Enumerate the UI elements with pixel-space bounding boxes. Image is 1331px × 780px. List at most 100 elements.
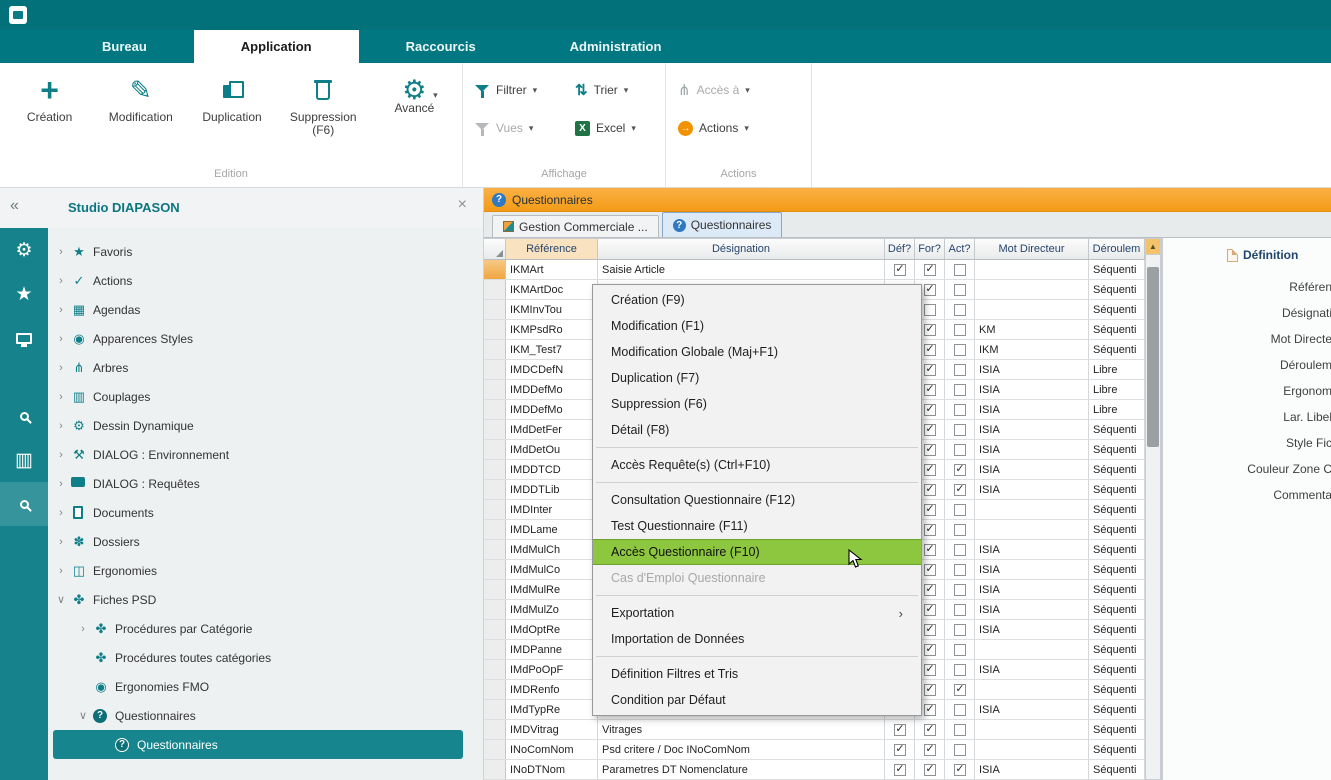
sidebar-item-documents[interactable]: ›Documents: [53, 498, 463, 527]
row-selector[interactable]: [484, 760, 506, 779]
for-checkbox[interactable]: [924, 384, 936, 396]
for-checkbox[interactable]: [924, 344, 936, 356]
sidebar-item-procedures-toutes-categories[interactable]: ✤Procédures toutes catégories: [53, 643, 463, 672]
for-checkbox[interactable]: [924, 664, 936, 676]
suppression-button[interactable]: Suppression (F6): [278, 71, 369, 137]
tab-questionnaires[interactable]: ? Questionnaires: [662, 212, 783, 237]
for-checkbox[interactable]: [924, 644, 936, 656]
modification-button[interactable]: Modification: [95, 71, 186, 137]
duplication-button[interactable]: Duplication: [186, 71, 277, 137]
menu-item-acces-requete-s-ctrl-f10[interactable]: Accès Requête(s) (Ctrl+F10): [593, 452, 921, 478]
row-selector[interactable]: [484, 560, 506, 579]
sidebar-item-fiches-psd[interactable]: ∨✤Fiches PSD: [53, 585, 463, 614]
for-checkbox[interactable]: [924, 504, 936, 516]
creation-button[interactable]: Création: [4, 71, 95, 137]
ribbon-tab-administration[interactable]: Administration: [523, 30, 709, 63]
act-checkbox[interactable]: [954, 344, 966, 356]
desktop-icon[interactable]: [0, 316, 48, 360]
menu-item-duplication-f7[interactable]: Duplication (F7): [593, 365, 921, 391]
grid-select-all-corner[interactable]: [484, 239, 506, 259]
row-selector[interactable]: [484, 680, 506, 699]
for-checkbox[interactable]: [924, 284, 936, 296]
for-checkbox[interactable]: [924, 464, 936, 476]
act-checkbox[interactable]: [954, 364, 966, 376]
row-selector[interactable]: [484, 340, 506, 359]
act-checkbox[interactable]: [954, 624, 966, 636]
row-selector[interactable]: [484, 580, 506, 599]
actions-button[interactable]: Actions ▾: [678, 113, 808, 143]
chevron-right-icon[interactable]: ›: [53, 536, 69, 548]
sidebar-item-dossiers[interactable]: ›✽Dossiers: [53, 527, 463, 556]
for-checkbox[interactable]: [924, 764, 936, 776]
menu-item-definition-filtres-et-tris[interactable]: Définition Filtres et Tris: [593, 661, 921, 687]
ribbon-tab-bureau[interactable]: Bureau: [55, 30, 194, 63]
sidebar-item-questionnaires[interactable]: ?Questionnaires: [53, 730, 463, 759]
row-selector[interactable]: [484, 320, 506, 339]
favorites-icon[interactable]: ★: [0, 272, 48, 316]
chevron-down-icon[interactable]: ∨: [75, 709, 91, 722]
row-selector[interactable]: [484, 480, 506, 499]
avance-button[interactable]: ▾ Avancé: [369, 71, 460, 137]
act-checkbox[interactable]: [954, 664, 966, 676]
act-checkbox[interactable]: [954, 424, 966, 436]
menu-item-exportation[interactable]: Exportation›: [593, 600, 921, 626]
column-header-reference[interactable]: Référence: [506, 239, 598, 259]
menu-item-modification-globale-maj-f1[interactable]: Modification Globale (Maj+F1): [593, 339, 921, 365]
for-checkbox[interactable]: [924, 324, 936, 336]
act-checkbox[interactable]: [954, 504, 966, 516]
for-checkbox[interactable]: [924, 364, 936, 376]
chevron-right-icon[interactable]: ›: [53, 449, 69, 461]
for-checkbox[interactable]: [924, 484, 936, 496]
act-checkbox[interactable]: [954, 464, 966, 476]
row-selector[interactable]: [484, 600, 506, 619]
for-checkbox[interactable]: [924, 444, 936, 456]
menu-item-condition-par-defaut[interactable]: Condition par Défaut: [593, 687, 921, 713]
sidebar-item-dessin-dynamique[interactable]: ›⚙Dessin Dynamique: [53, 411, 463, 440]
act-checkbox[interactable]: [954, 544, 966, 556]
for-checkbox[interactable]: [924, 624, 936, 636]
menu-item-creation-f9[interactable]: Création (F9): [593, 287, 921, 313]
for-checkbox[interactable]: [924, 604, 936, 616]
table-row-inocomnom[interactable]: INoComNomPsd critere / Doc INoComNomSéqu…: [484, 740, 1145, 760]
sidebar-item-procedures-par-categorie[interactable]: ›✤Procédures par Catégorie: [53, 614, 463, 643]
row-selector[interactable]: [484, 280, 506, 299]
chevron-right-icon[interactable]: ›: [53, 391, 69, 403]
for-checkbox[interactable]: [924, 424, 936, 436]
for-checkbox[interactable]: [924, 744, 936, 756]
chevron-right-icon[interactable]: ›: [53, 304, 69, 316]
act-checkbox[interactable]: [954, 444, 966, 456]
sidebar-item-couplages[interactable]: ›▥Couplages: [53, 382, 463, 411]
menu-item-detail-f8[interactable]: Détail (F8): [593, 417, 921, 443]
row-selector[interactable]: [484, 360, 506, 379]
act-checkbox[interactable]: [954, 564, 966, 576]
ribbon-tab-application[interactable]: Application: [194, 30, 359, 63]
act-checkbox[interactable]: [954, 644, 966, 656]
column-header-designation[interactable]: Désignation: [598, 239, 885, 259]
row-selector[interactable]: [484, 300, 506, 319]
search-results-icon[interactable]: [0, 482, 48, 526]
menu-item-importation-de-donnees[interactable]: Importation de Données: [593, 626, 921, 652]
chevron-right-icon[interactable]: ›: [53, 420, 69, 432]
row-selector[interactable]: [484, 640, 506, 659]
def-checkbox[interactable]: [894, 724, 906, 736]
menu-item-test-questionnaire-f11[interactable]: Test Questionnaire (F11): [593, 513, 921, 539]
row-selector[interactable]: [484, 660, 506, 679]
sidebar-item-ergonomies[interactable]: ›◫Ergonomies: [53, 556, 463, 585]
acces-a-button[interactable]: Accès à ▾: [678, 75, 808, 105]
sidebar-item-favoris[interactable]: ›★Favoris: [53, 237, 463, 266]
row-selector[interactable]: [484, 720, 506, 739]
row-selector[interactable]: [484, 380, 506, 399]
search-icon[interactable]: [0, 394, 48, 438]
for-checkbox[interactable]: [924, 564, 936, 576]
excel-button[interactable]: Excel ▾: [575, 113, 667, 143]
act-checkbox[interactable]: [954, 284, 966, 296]
row-selector[interactable]: [484, 260, 506, 279]
for-checkbox[interactable]: [924, 404, 936, 416]
close-icon[interactable]: ×: [458, 196, 467, 214]
menu-item-modification-f1[interactable]: Modification (F1): [593, 313, 921, 339]
filtrer-button[interactable]: Filtrer ▾: [475, 75, 575, 105]
act-checkbox[interactable]: [954, 764, 966, 776]
for-checkbox[interactable]: [924, 264, 936, 276]
sidebar-item-actions[interactable]: ›✓Actions: [53, 266, 463, 295]
chevron-right-icon[interactable]: ›: [53, 565, 69, 577]
